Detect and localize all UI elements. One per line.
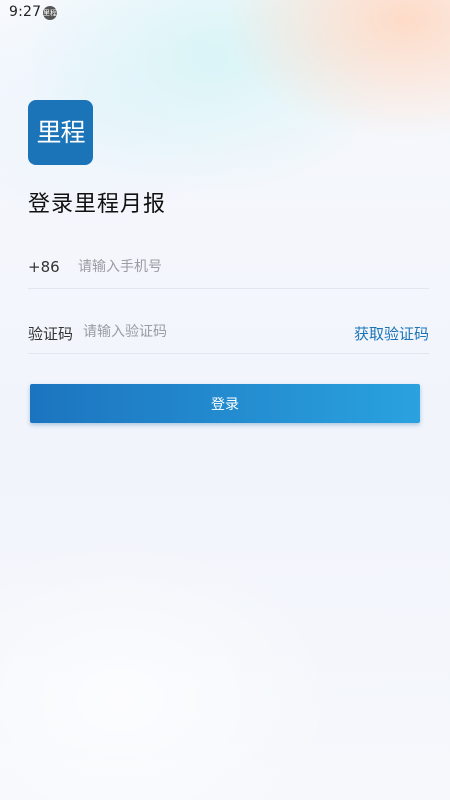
page-title: 登录里程月报 — [28, 192, 167, 217]
code-label: 验证码 — [28, 325, 74, 343]
country-code[interactable]: +86 — [28, 258, 60, 276]
get-code-button[interactable]: 获取验证码 — [354, 323, 429, 344]
code-field-row: 验证码 获取验证码 — [28, 312, 429, 354]
app-logo: 里程 — [28, 100, 93, 165]
phone-field-row: +86 — [28, 247, 429, 289]
status-time: 9:27 — [9, 4, 42, 20]
code-input[interactable] — [83, 316, 323, 348]
status-bar: 9:27 里程 — [0, 0, 450, 26]
app-logo-text: 里程 — [36, 118, 85, 147]
phone-input[interactable] — [78, 251, 408, 283]
login-button[interactable]: 登录 — [30, 384, 420, 423]
notification-app-icon: 里程 — [43, 6, 57, 20]
notification-app-icon-text: 里程 — [43, 9, 57, 17]
